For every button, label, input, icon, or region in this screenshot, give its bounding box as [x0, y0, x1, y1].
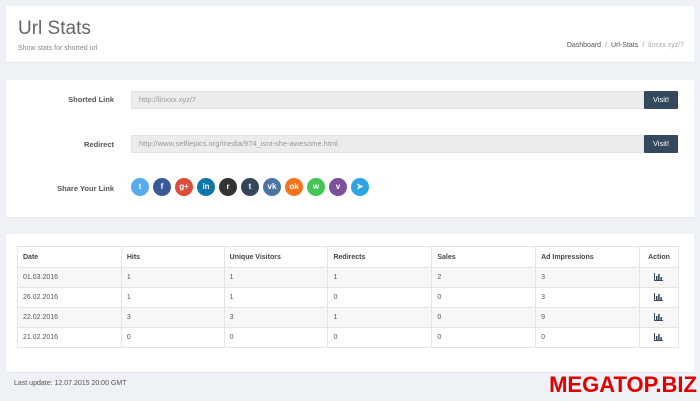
table-cell: 3	[223, 307, 329, 328]
reddit-icon[interactable]: r	[219, 178, 237, 196]
link-details-card: Shorted Link http://linxxx.xyz/7 Visit! …	[6, 80, 694, 218]
share-label: Share Your Link	[57, 184, 114, 193]
table-cell-action	[638, 327, 680, 348]
table-cell-action	[638, 267, 680, 288]
shorted-link-label: Shorted Link	[68, 95, 114, 104]
vk-icon[interactable]: vk	[263, 178, 281, 196]
shorted-link-field[interactable]: http://linxxx.xyz/7	[131, 91, 644, 109]
table-header-row: Date Hits Unique Visitors Redirects Sale…	[17, 246, 680, 268]
twitter-icon[interactable]: t	[131, 178, 149, 196]
google-plus-icon[interactable]: g+	[175, 178, 193, 196]
breadcrumb-separator: /	[642, 42, 645, 49]
column-header-sales: Sales	[431, 246, 537, 268]
bar-chart-icon[interactable]	[654, 312, 664, 323]
table-cell: 3	[535, 267, 640, 288]
table-cell: 0	[327, 287, 433, 308]
table-cell: 0	[431, 327, 537, 348]
table-cell: 1	[327, 267, 433, 288]
column-header-hits: Hits	[120, 246, 225, 268]
table-cell: 1	[223, 287, 329, 308]
table-cell: 1	[223, 267, 329, 288]
table-cell: 01.03.2016	[17, 267, 122, 288]
redirect-label: Redirect	[83, 140, 114, 149]
telegram-icon[interactable]: ➤	[351, 178, 369, 196]
table-cell: 1	[327, 307, 433, 328]
bar-chart-icon[interactable]	[654, 292, 664, 303]
table-cell: 9	[535, 307, 640, 328]
table-cell-action	[638, 307, 680, 328]
table-row: 22.02.2016 3 3 1 0 9	[17, 307, 680, 328]
breadcrumb-dashboard[interactable]: Dashboard	[567, 42, 601, 49]
whatsapp-icon[interactable]: w	[307, 178, 325, 196]
table-cell: 0	[535, 327, 640, 348]
breadcrumb: Dashboard / Url-Stats / linxxx.xyz/7	[567, 42, 684, 49]
table-row: 26.02.2016 1 1 0 0 3	[17, 287, 680, 308]
column-header-ad-impressions: Ad Impressions	[535, 246, 640, 268]
bar-chart-icon[interactable]	[654, 272, 664, 283]
table-cell: 3	[120, 307, 225, 328]
table-cell: 1	[120, 287, 225, 308]
breadcrumb-separator: /	[605, 42, 608, 49]
column-header-unique-visitors: Unique Visitors	[223, 246, 329, 268]
odnoklassniki-icon[interactable]: ok	[285, 178, 303, 196]
table-row: 01.03.2016 1 1 1 2 3	[17, 267, 680, 288]
column-header-redirects: Redirects	[327, 246, 433, 268]
bar-chart-icon[interactable]	[654, 332, 664, 343]
stats-table: Date Hits Unique Visitors Redirects Sale…	[17, 246, 680, 348]
header-card: Url Stats Show stats for shorted url Das…	[6, 6, 694, 63]
watermark-logo: MEGATOP.BIZ	[549, 372, 697, 397]
table-cell: 0	[223, 327, 329, 348]
table-cell: 0	[327, 327, 433, 348]
table-cell-action	[638, 287, 680, 308]
breadcrumb-url-stats[interactable]: Url-Stats	[611, 42, 638, 49]
column-header-date: Date	[17, 246, 122, 268]
table-cell: 26.02.2016	[17, 287, 122, 308]
viber-icon[interactable]: v	[329, 178, 347, 196]
facebook-icon[interactable]: f	[153, 178, 171, 196]
table-cell: 21.02.2016	[17, 327, 122, 348]
table-cell: 0	[431, 287, 537, 308]
table-cell: 0	[431, 307, 537, 328]
linkedin-icon[interactable]: in	[197, 178, 215, 196]
page-title: Url Stats	[18, 18, 91, 39]
table-row: 21.02.2016 0 0 0 0 0	[17, 327, 680, 348]
breadcrumb-current: linxxx.xyz/7	[648, 42, 684, 49]
table-cell: 0	[120, 327, 225, 348]
table-cell: 2	[431, 267, 537, 288]
column-header-action: Action	[638, 246, 680, 268]
redirect-field[interactable]: http://www.selfiepics.org/media/974_isnt…	[131, 135, 644, 153]
table-cell: 3	[535, 287, 640, 308]
page-subtitle: Show stats for shorted url	[18, 45, 98, 52]
last-update-text: Last update: 12.07.2015 20:00 GMT	[14, 380, 127, 387]
visit-redirect-button[interactable]: Visit!	[644, 135, 678, 153]
visit-shorted-button[interactable]: Visit!	[644, 91, 678, 109]
table-cell: 22.02.2016	[17, 307, 122, 328]
stats-card: Date Hits Unique Visitors Redirects Sale…	[6, 234, 694, 373]
table-cell: 1	[120, 267, 225, 288]
tumblr-icon[interactable]: t	[241, 178, 259, 196]
